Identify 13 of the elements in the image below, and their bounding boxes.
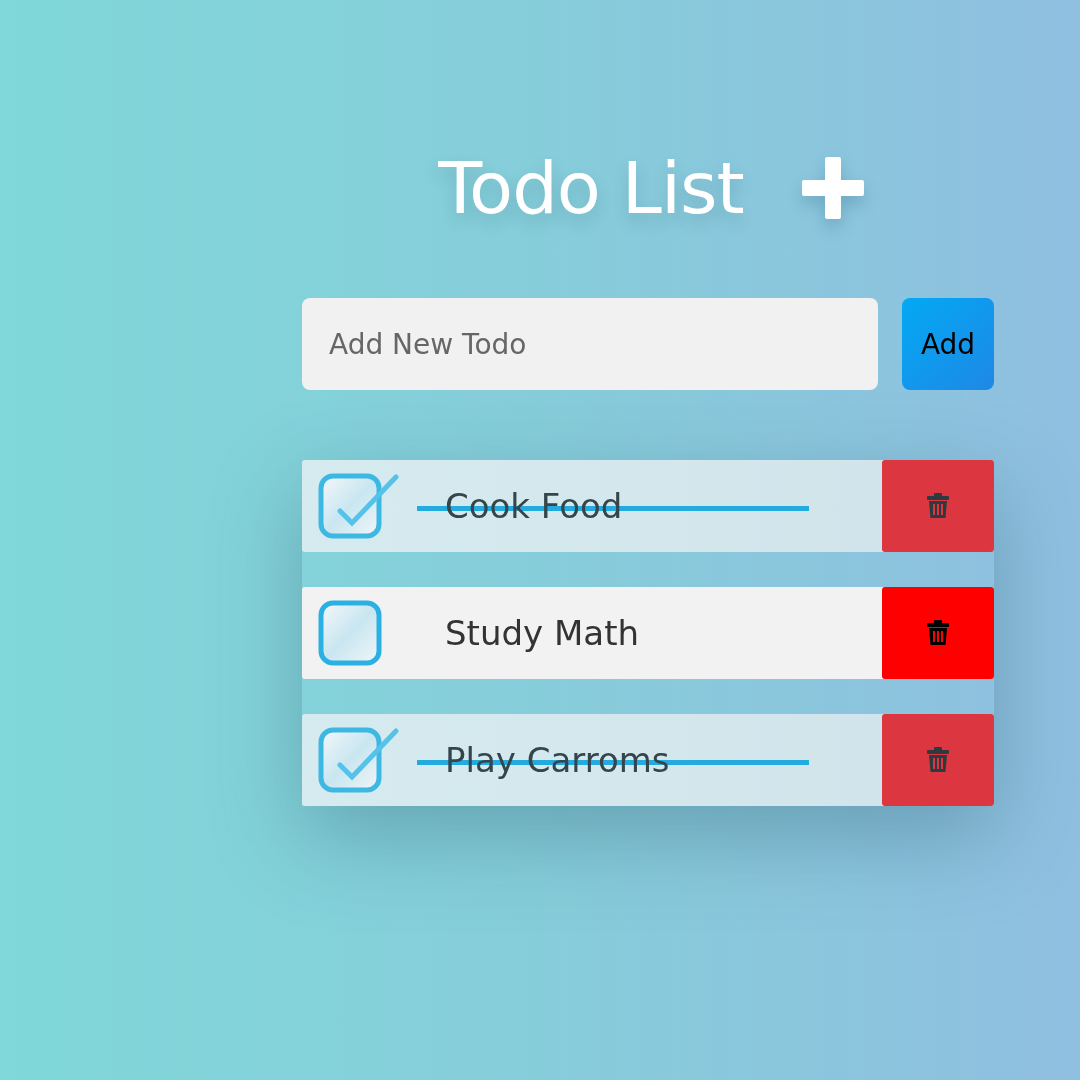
delete-button[interactable] bbox=[882, 714, 994, 806]
checkbox[interactable] bbox=[318, 473, 400, 539]
trash-icon bbox=[927, 620, 949, 646]
delete-button[interactable] bbox=[882, 587, 994, 679]
trash-icon bbox=[927, 747, 949, 773]
plus-icon[interactable] bbox=[799, 155, 866, 221]
app-title: Todo List bbox=[438, 146, 744, 230]
delete-button[interactable] bbox=[882, 460, 994, 552]
trash-icon bbox=[927, 493, 949, 519]
todo-text: Study Math bbox=[444, 613, 641, 653]
add-button[interactable]: Add bbox=[902, 298, 994, 390]
checkbox[interactable] bbox=[318, 727, 400, 793]
new-todo-field[interactable]: Add New Todo bbox=[302, 298, 878, 390]
